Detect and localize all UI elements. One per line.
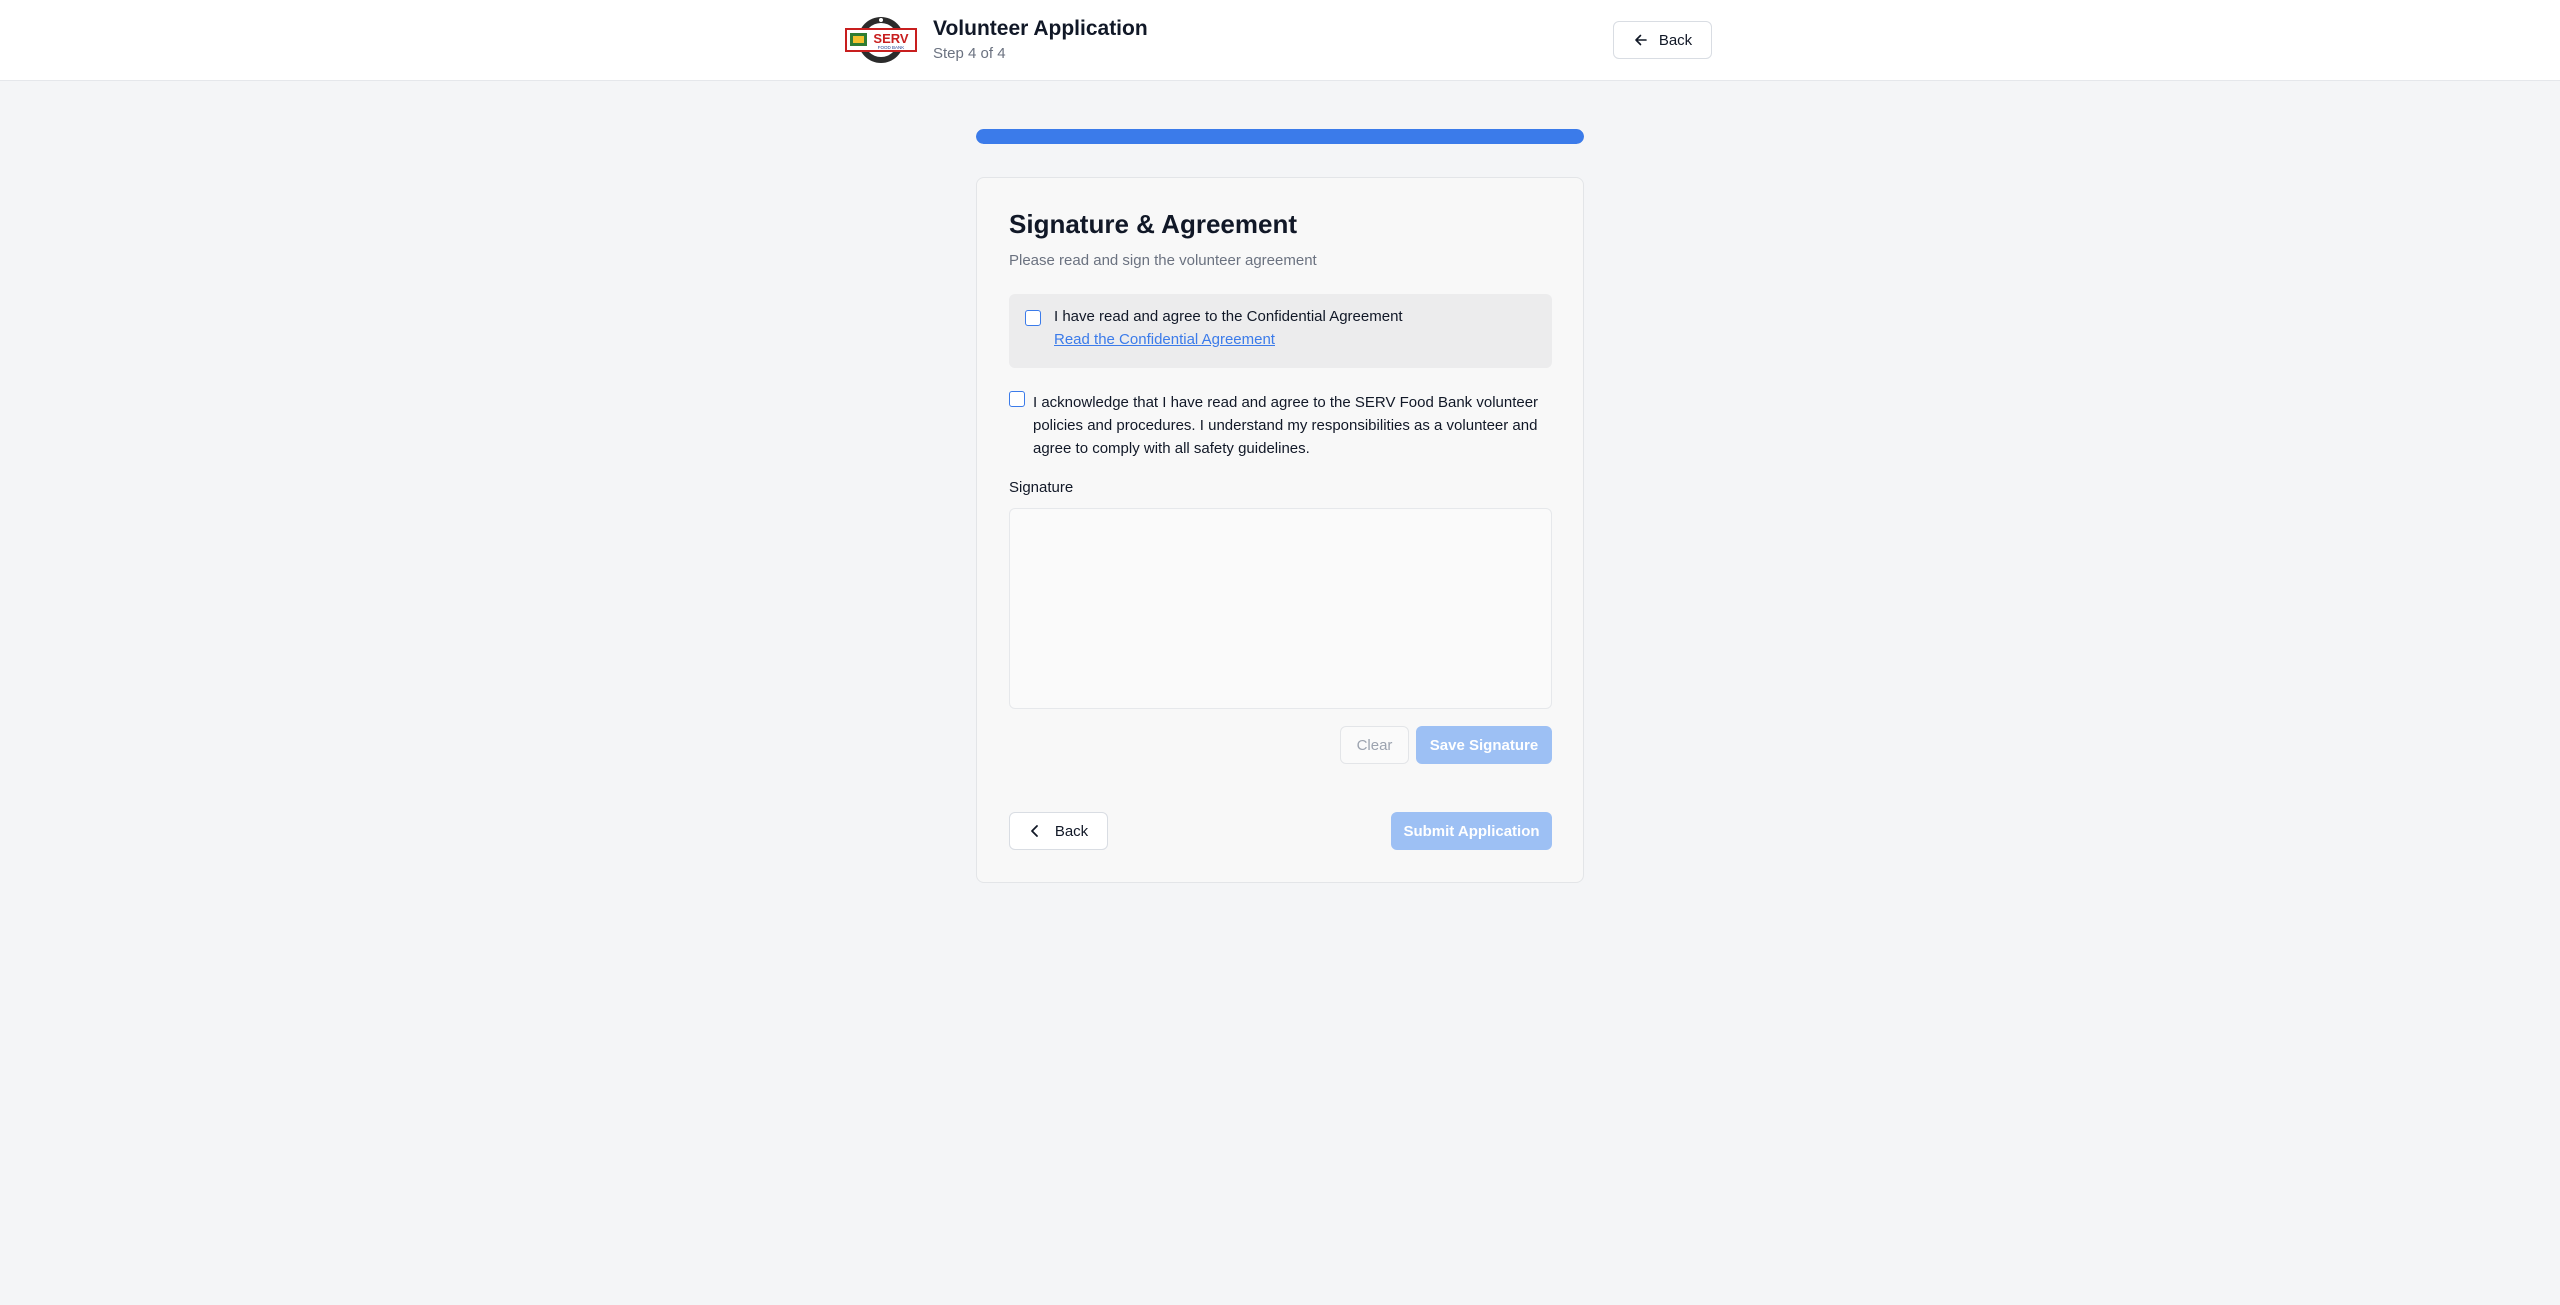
step-indicator: Step 4 of 4 xyxy=(933,45,1006,62)
confidential-agreement-link[interactable]: Read the Confidential Agreement xyxy=(1054,331,1275,348)
acknowledge-checkbox[interactable] xyxy=(1009,391,1025,407)
chevron-left-icon xyxy=(1029,824,1041,838)
acknowledge-text: I acknowledge that I have read and agree… xyxy=(1033,394,1539,457)
form-back-label: Back xyxy=(1054,822,1089,840)
submit-application-button[interactable]: Submit Application xyxy=(1391,812,1552,850)
svg-text:SERV: SERV xyxy=(873,31,908,46)
signature-pad[interactable] xyxy=(1009,508,1552,709)
form-subtitle: Please read and sign the volunteer agree… xyxy=(1009,252,1317,269)
signature-agreement-card: Signature & Agreement Please read and si… xyxy=(976,177,1584,883)
header-back-button[interactable]: Back xyxy=(1613,21,1712,59)
clear-signature-button[interactable]: Clear xyxy=(1340,726,1409,764)
header-back-label: Back xyxy=(1658,31,1693,49)
page-title: Volunteer Application xyxy=(933,17,1148,40)
progress-fill xyxy=(976,129,1584,144)
serv-food-bank-logo: SERV FOOD BANK xyxy=(845,14,917,66)
form-back-button[interactable]: Back xyxy=(1009,812,1108,850)
signature-label: Signature xyxy=(1009,479,1074,496)
top-bar: SERV FOOD BANK Volunteer Application Ste… xyxy=(0,0,2560,81)
progress-bar xyxy=(976,129,1584,144)
confidential-agreement-label: I have read and agree to the Confidentia… xyxy=(1054,308,1403,325)
save-signature-button[interactable]: Save Signature xyxy=(1416,726,1552,764)
confidential-agreement-checkbox[interactable] xyxy=(1025,310,1041,326)
svg-text:FOOD BANK: FOOD BANK xyxy=(878,45,905,50)
form-title: Signature & Agreement xyxy=(1009,209,1297,239)
arrow-left-icon xyxy=(1633,32,1649,48)
confidential-agreement-box: I have read and agree to the Confidentia… xyxy=(1009,294,1552,368)
